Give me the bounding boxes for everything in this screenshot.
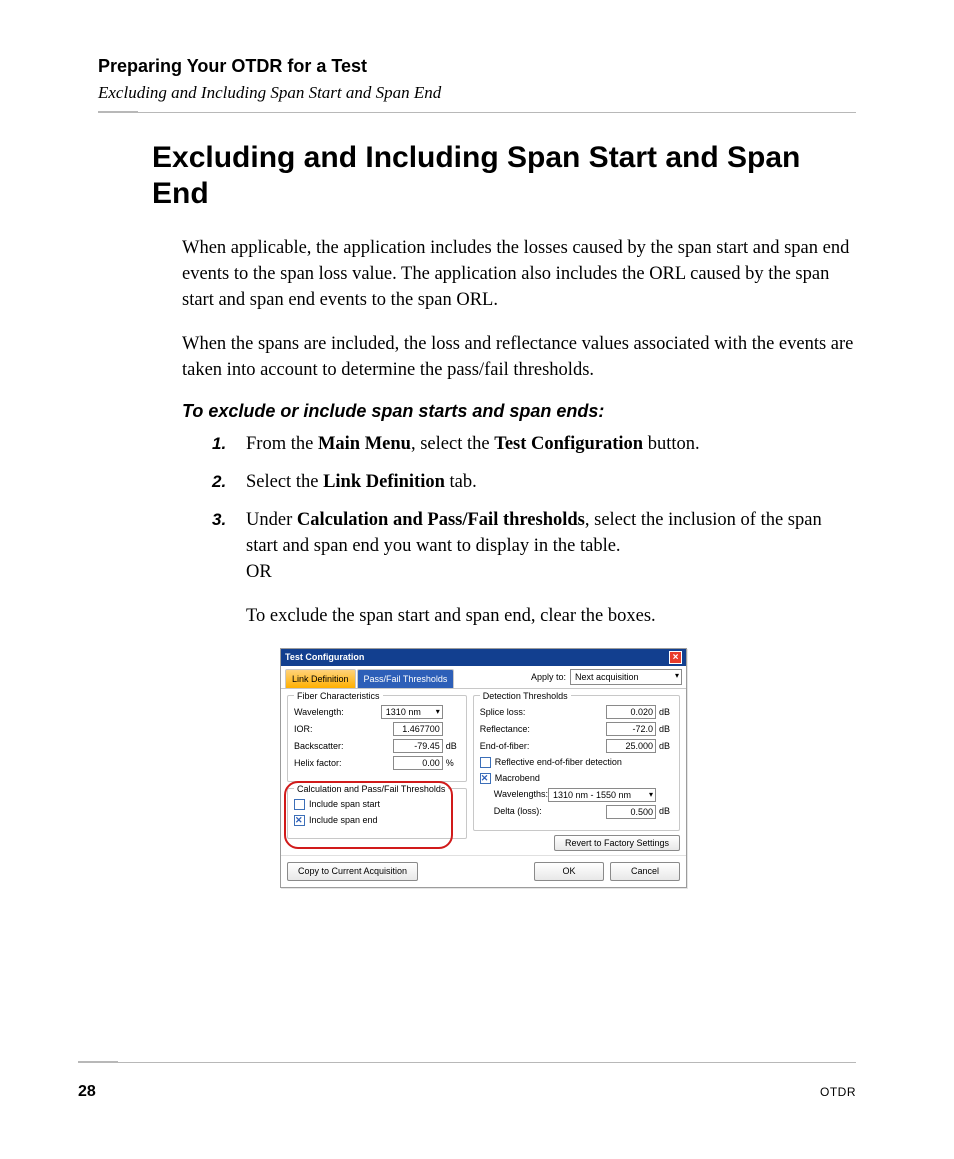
page-footer: 28 OTDR	[78, 1061, 856, 1101]
page-title: Excluding and Including Span Start and S…	[152, 140, 856, 212]
paragraph: When applicable, the application include…	[182, 236, 856, 314]
splice-loss-label: Splice loss:	[480, 706, 606, 719]
page-content: Excluding and Including Span Start and S…	[152, 140, 856, 900]
reflective-eof-checkbox[interactable]	[480, 757, 491, 768]
body-text-block: When applicable, the application include…	[182, 236, 856, 888]
include-span-start-checkbox[interactable]	[294, 799, 305, 810]
apply-to-row: Apply to: Next acquisition	[531, 669, 682, 689]
calculation-group: Calculation and Pass/Fail Thresholds Inc…	[287, 788, 467, 838]
test-configuration-dialog: Test Configuration × Link Definition Pas…	[280, 648, 687, 888]
step-3: 3. Under Calculation and Pass/Fail thres…	[212, 508, 856, 888]
ok-button[interactable]: OK	[534, 862, 604, 881]
step-number: 1.	[212, 432, 226, 456]
step-2: 2. Select the Link Definition tab.	[212, 470, 856, 496]
dialog-title-text: Test Configuration	[285, 651, 364, 664]
fiber-characteristics-group: Fiber Characteristics Wavelength: 1310 n…	[287, 695, 467, 782]
tab-pass-fail-thresholds[interactable]: Pass/Fail Thresholds	[357, 669, 455, 689]
wavelength-label: Wavelength:	[294, 706, 381, 719]
include-span-end-checkbox[interactable]	[294, 815, 305, 826]
end-of-fiber-input[interactable]: 25.000	[606, 739, 656, 753]
dialog-footer: Copy to Current Acquisition OK Cancel	[281, 855, 686, 887]
procedure-steps: 1. From the Main Menu, select the Test C…	[212, 432, 856, 887]
macrobend-label: Macrobend	[495, 772, 540, 785]
copy-to-current-acquisition-button[interactable]: Copy to Current Acquisition	[287, 862, 418, 881]
procedure-heading: To exclude or include span starts and sp…	[182, 401, 856, 422]
left-column: Fiber Characteristics Wavelength: 1310 n…	[287, 695, 467, 849]
include-span-end-label: Include span end	[309, 814, 378, 827]
include-span-start-label: Include span start	[309, 798, 380, 811]
header-rule	[98, 111, 856, 115]
macrobend-checkbox[interactable]	[480, 773, 491, 784]
tab-link-definition[interactable]: Link Definition	[285, 669, 356, 689]
apply-to-select[interactable]: Next acquisition	[570, 669, 682, 686]
delta-loss-label: Delta (loss):	[494, 805, 606, 818]
page-header: Preparing Your OTDR for a Test Excluding…	[98, 56, 856, 115]
backscatter-input[interactable]: -79.45	[393, 739, 443, 753]
reflectance-input[interactable]: -72.0	[606, 722, 656, 736]
backscatter-label: Backscatter:	[294, 740, 393, 753]
splice-loss-input[interactable]: 0.020	[606, 705, 656, 719]
cancel-button[interactable]: Cancel	[610, 862, 680, 881]
delta-loss-input[interactable]: 0.500	[606, 805, 656, 819]
paragraph: When the spans are included, the loss an…	[182, 332, 856, 384]
group-title: Calculation and Pass/Fail Thresholds	[294, 783, 448, 796]
step-number: 3.	[212, 508, 226, 532]
chapter-title: Preparing Your OTDR for a Test	[98, 56, 856, 77]
wavelengths-select[interactable]: 1310 nm - 1550 nm	[548, 788, 656, 802]
step-or: OR	[246, 560, 856, 586]
reflective-eof-label: Reflective end-of-fiber detection	[495, 756, 622, 769]
step-number: 2.	[212, 470, 226, 494]
ior-input[interactable]: 1.467700	[393, 722, 443, 736]
wavelengths-label: Wavelengths:	[494, 788, 548, 801]
section-title: Excluding and Including Span Start and S…	[98, 83, 856, 103]
dialog-titlebar: Test Configuration ×	[281, 649, 686, 666]
doc-label: OTDR	[820, 1085, 856, 1099]
ior-label: IOR:	[294, 723, 393, 736]
helix-input[interactable]: 0.00	[393, 756, 443, 770]
apply-to-label: Apply to:	[531, 671, 566, 684]
step-1: 1. From the Main Menu, select the Test C…	[212, 432, 856, 458]
dialog-body: Fiber Characteristics Wavelength: 1310 n…	[281, 689, 686, 855]
step-alt: To exclude the span start and span end, …	[246, 604, 856, 630]
close-icon[interactable]: ×	[669, 651, 682, 664]
revert-button[interactable]: Revert to Factory Settings	[554, 835, 680, 851]
group-title: Fiber Characteristics	[294, 690, 383, 703]
end-of-fiber-label: End-of-fiber:	[480, 740, 606, 753]
wavelength-select[interactable]: 1310 nm	[381, 705, 443, 719]
group-title: Detection Thresholds	[480, 690, 571, 703]
tab-row: Link Definition Pass/Fail Thresholds App…	[281, 666, 686, 690]
page-number: 28	[78, 1083, 96, 1101]
footer-rule	[78, 1061, 856, 1079]
right-column: Detection Thresholds Splice loss: 0.020d…	[473, 695, 680, 849]
helix-label: Helix factor:	[294, 757, 393, 770]
reflectance-label: Reflectance:	[480, 723, 606, 736]
detection-thresholds-group: Detection Thresholds Splice loss: 0.020d…	[473, 695, 680, 830]
